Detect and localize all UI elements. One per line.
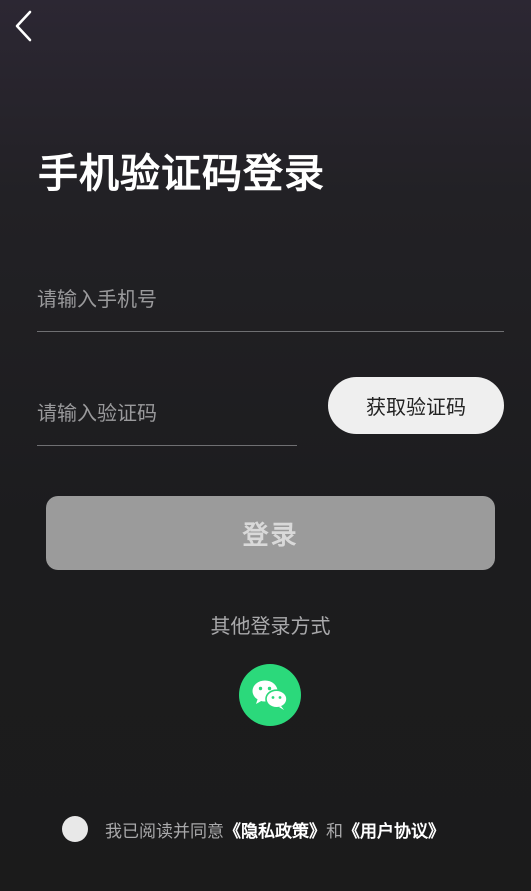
user-agreement-link[interactable]: 《用户协议》 [343, 817, 445, 842]
agreement-row: 我已阅读并同意 《隐私政策》 和 《用户协议》 [62, 815, 445, 843]
verification-code-input[interactable] [37, 380, 297, 445]
verification-code-field [37, 380, 297, 446]
chevron-left-icon [15, 10, 32, 42]
agreement-conjunction: 和 [326, 821, 343, 842]
page-title: 手机验证码登录 [38, 151, 325, 197]
other-login-label: 其他登录方式 [210, 614, 331, 638]
get-code-button[interactable]: 获取验证码 [328, 377, 504, 434]
phone-input[interactable] [37, 266, 504, 331]
wechat-login-button[interactable] [239, 664, 301, 726]
login-button[interactable]: 登录 [46, 496, 495, 570]
back-button[interactable] [10, 8, 40, 44]
agreement-prefix: 我已阅读并同意 [105, 821, 224, 842]
privacy-policy-link[interactable]: 《隐私政策》 [224, 817, 326, 842]
agreement-checkbox[interactable] [62, 816, 88, 842]
wechat-icon [252, 680, 288, 710]
phone-field [37, 266, 504, 332]
